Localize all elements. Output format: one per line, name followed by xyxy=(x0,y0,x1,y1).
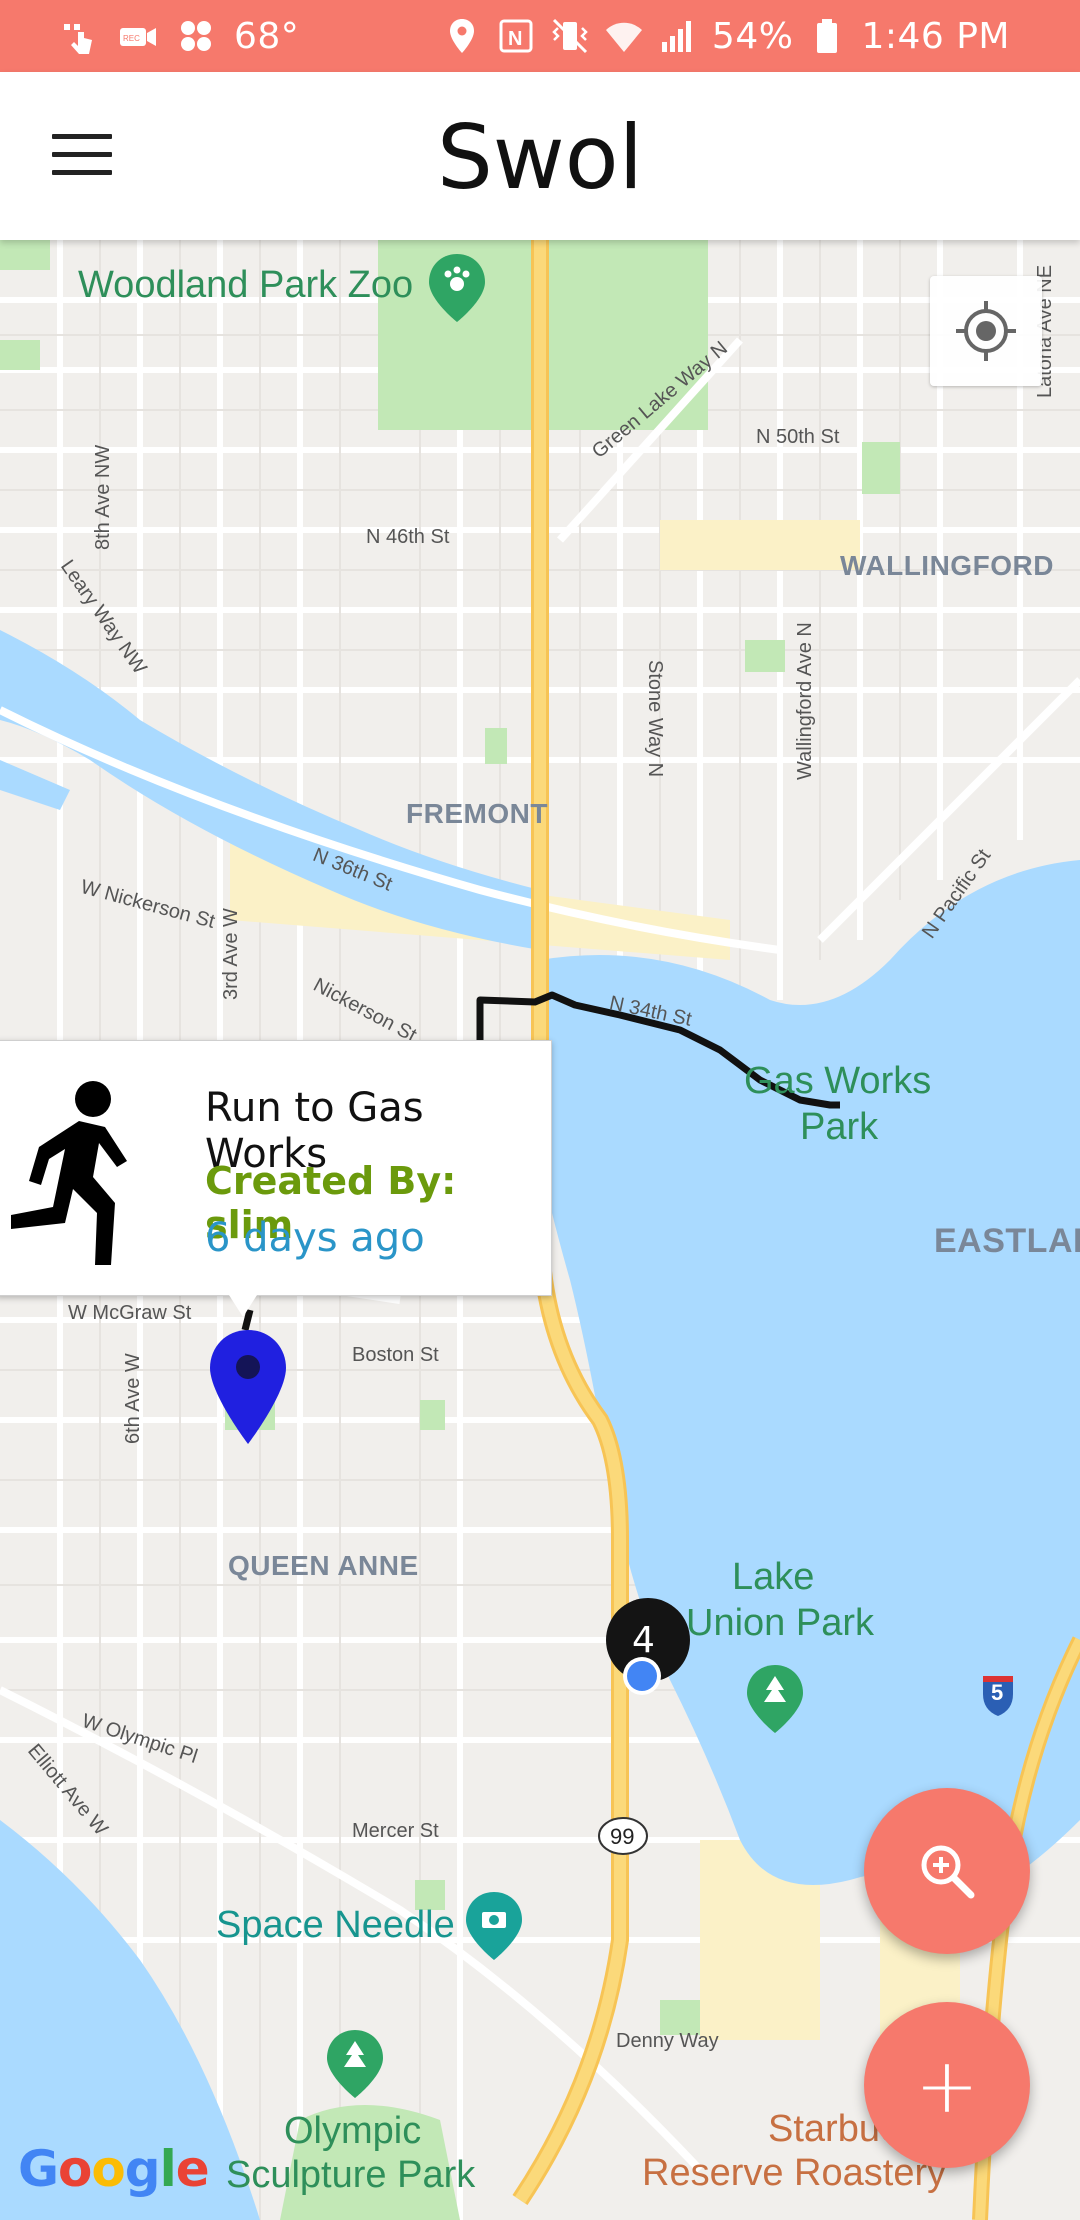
wifi-icon xyxy=(604,16,644,56)
label-olympic-2: Sculpture Park xyxy=(226,2154,476,2196)
label-starbucks-2: Reserve Roastery xyxy=(642,2152,947,2194)
label-eastlake: EASTLAKE xyxy=(934,1222,1080,1260)
label-denny: Denny Way xyxy=(616,2030,719,2052)
label-n-50th: N 50th St xyxy=(756,426,840,448)
plus-icon: + xyxy=(915,2040,979,2130)
info-window-tail xyxy=(229,1295,257,1317)
crosshair-icon xyxy=(956,301,1016,361)
my-location-dot xyxy=(627,1661,657,1691)
label-n-46th: N 46th St xyxy=(366,526,450,548)
svg-text:N: N xyxy=(508,28,522,50)
google-attribution[interactable]: Google xyxy=(18,2140,210,2198)
battery-percent: 54% xyxy=(711,15,794,57)
label-boston: Boston St xyxy=(352,1344,439,1366)
label-woodland-park-zoo: Woodland Park Zoo xyxy=(78,264,414,306)
rec-icon: REC xyxy=(118,16,158,56)
label-8th-ave: 8th Ave NW xyxy=(92,444,114,550)
app-title: Swol xyxy=(436,106,644,209)
map-view[interactable]: Woodland Park Zoo N 50th St Green Lake W… xyxy=(0,240,1080,2220)
label-stone-way: Stone Way N xyxy=(644,660,666,778)
my-location-button[interactable] xyxy=(930,276,1042,386)
svg-text:REC: REC xyxy=(123,34,140,43)
status-bar: REC 68° N 54% 1:46 PM xyxy=(0,0,1080,72)
label-fremont: FREMONT xyxy=(406,798,548,829)
label-3rd-ave: 3rd Ave W xyxy=(220,908,242,1000)
route-time-ago: 6 days ago xyxy=(205,1215,425,1261)
label-lake-union-1: Lake xyxy=(732,1556,815,1598)
label-gas-works-2: Park xyxy=(800,1106,879,1148)
running-person-icon xyxy=(11,1081,127,1265)
label-6th-ave: 6th Ave W xyxy=(122,1353,144,1444)
label-wallingford-ave: Wallingford Ave N xyxy=(794,622,816,780)
status-right: N 54% 1:46 PM xyxy=(442,0,1010,72)
label-gas-works-1: Gas Works xyxy=(744,1060,932,1102)
app-bar: Swol xyxy=(0,72,1080,240)
label-lake-union-2: Union Park xyxy=(686,1602,874,1644)
clock: 1:46 PM xyxy=(861,15,1010,57)
label-wallingford: WALLINGFORD xyxy=(840,550,1054,581)
cluster-count: 4 xyxy=(632,1620,655,1661)
nfc-icon: N xyxy=(496,16,536,56)
add-route-button[interactable]: + xyxy=(864,2002,1030,2168)
zoom-in-icon xyxy=(921,1845,975,1899)
touch-icon xyxy=(60,16,100,56)
label-mercer: Mercer St xyxy=(352,1820,439,1842)
vibrate-icon xyxy=(550,16,590,56)
label-i5: 5 xyxy=(991,1680,1004,1705)
label-queen-anne: QUEEN ANNE xyxy=(228,1550,419,1581)
label-hwy-99: 99 xyxy=(610,1824,635,1849)
game-icon xyxy=(176,16,216,56)
location-icon xyxy=(442,16,482,56)
signal-icon xyxy=(658,16,698,56)
route-info-window[interactable]: Run to Gas Works Created By: slim 6 days… xyxy=(0,1040,552,1317)
temperature: 68° xyxy=(234,15,300,57)
label-space-needle: Space Needle xyxy=(216,1904,455,1946)
label-w-mcgraw: W McGraw St xyxy=(68,1302,192,1324)
zoom-search-button[interactable] xyxy=(864,1788,1030,1954)
battery-icon xyxy=(807,16,847,56)
status-left: REC 68° xyxy=(60,0,299,72)
label-olympic-1: Olympic xyxy=(284,2110,422,2152)
